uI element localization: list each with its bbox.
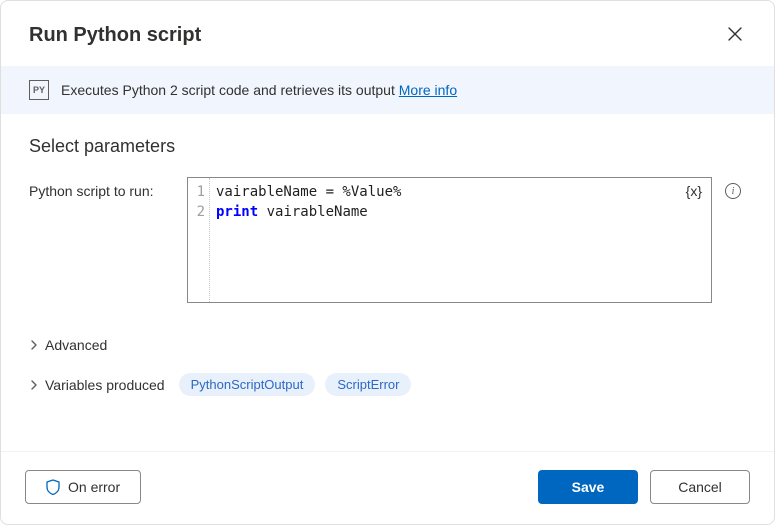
python-script-editor[interactable]: 1 2 vairableName = %Value% print vairabl… (187, 177, 712, 303)
cancel-button[interactable]: Cancel (650, 470, 750, 504)
chip-python-script-output[interactable]: PythonScriptOutput (179, 373, 316, 396)
python-badge-icon: PY (29, 80, 49, 100)
info-icon-wrap: i (720, 177, 746, 199)
description-bar: PY Executes Python 2 script code and ret… (1, 66, 774, 114)
script-row: Python script to run: 1 2 vairableName =… (29, 177, 746, 303)
close-button[interactable] (724, 23, 746, 48)
script-label: Python script to run: (29, 177, 179, 199)
line-gutter: 1 2 (188, 178, 210, 302)
more-info-link[interactable]: More info (399, 82, 457, 98)
dialog-footer: On error Save Cancel (1, 451, 774, 524)
dialog-content: Select parameters Python script to run: … (1, 114, 774, 451)
description-text: Executes Python 2 script code and retrie… (61, 82, 457, 98)
on-error-button[interactable]: On error (25, 470, 141, 504)
variables-produced-toggle[interactable]: Variables produced PythonScriptOutput Sc… (29, 363, 746, 406)
dialog-title: Run Python script (29, 24, 201, 47)
variables-produced-label: Variables produced (45, 377, 165, 393)
advanced-section-toggle[interactable]: Advanced (29, 327, 746, 363)
info-icon[interactable]: i (725, 183, 741, 199)
chip-script-error[interactable]: ScriptError (325, 373, 411, 396)
dialog-run-python-script: Run Python script PY Executes Python 2 s… (0, 0, 775, 525)
chevron-right-icon (29, 377, 39, 393)
code-editor-wrap: 1 2 vairableName = %Value% print vairabl… (187, 177, 712, 303)
code-body[interactable]: vairableName = %Value% print vairableNam… (210, 178, 711, 302)
insert-variable-button[interactable]: {x} (686, 183, 702, 199)
chevron-right-icon (29, 337, 39, 353)
advanced-label: Advanced (45, 337, 107, 353)
dialog-header: Run Python script (1, 1, 774, 66)
save-button[interactable]: Save (538, 470, 638, 504)
parameters-heading: Select parameters (29, 136, 746, 157)
variable-chips: PythonScriptOutput ScriptError (179, 373, 412, 396)
close-icon (728, 27, 742, 41)
shield-icon (46, 479, 60, 495)
